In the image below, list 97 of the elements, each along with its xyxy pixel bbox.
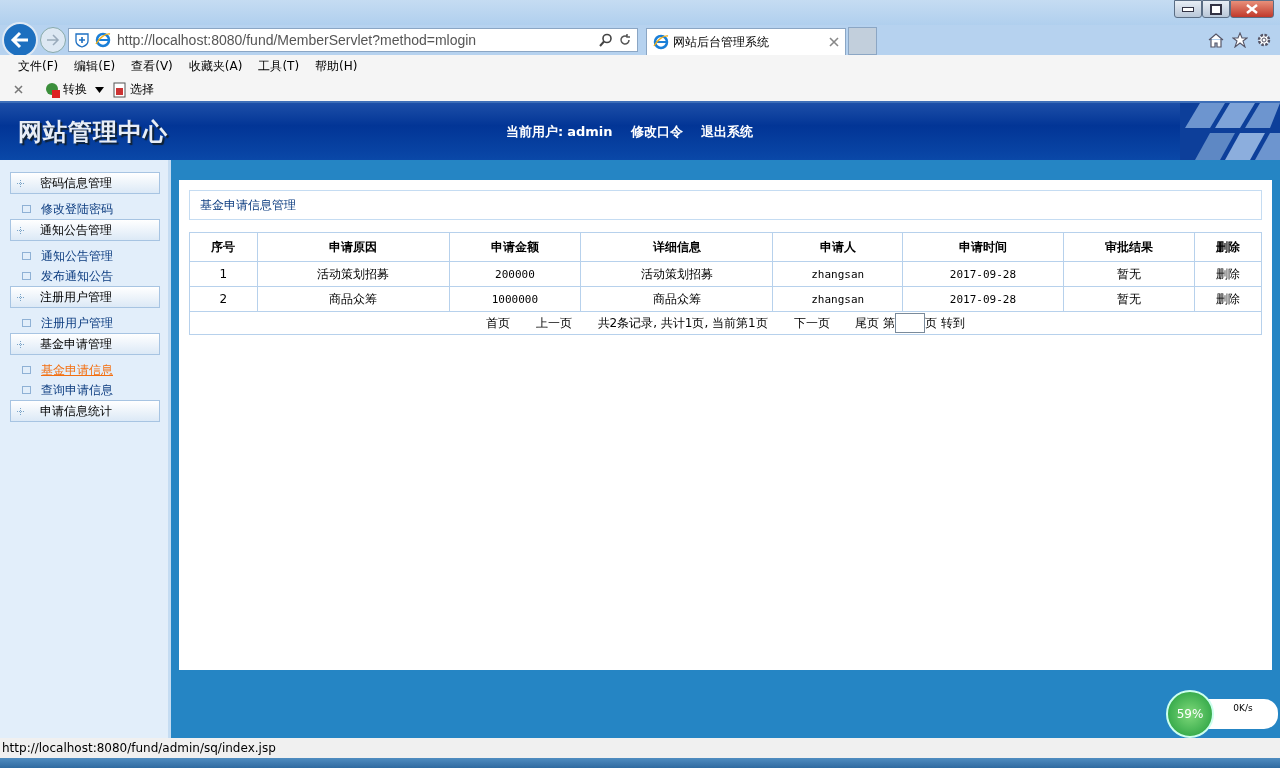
- sidebar-group-header[interactable]: 申请信息统计: [10, 400, 160, 422]
- column-header: 申请人: [772, 232, 903, 262]
- toolbar-button[interactable]: 转换: [45, 81, 87, 98]
- menu-item[interactable]: 工具(T): [258, 58, 300, 75]
- table-cell: zhangsan: [772, 286, 903, 312]
- sidebar-link[interactable]: 注册用户管理: [41, 314, 113, 332]
- go-button[interactable]: 转到: [941, 315, 966, 330]
- table-cell: zhangsan: [772, 261, 903, 287]
- toolbar-button[interactable]: 选择: [112, 81, 154, 98]
- column-header: 序号: [189, 232, 257, 262]
- bullet-icon: [22, 252, 31, 260]
- cross-icon: [17, 226, 24, 234]
- close-icon[interactable]: [829, 37, 839, 47]
- cross-icon: [17, 179, 24, 187]
- table-cell: 暂无: [1063, 261, 1195, 287]
- bullet-icon: [22, 386, 31, 394]
- menu-item[interactable]: 文件(F): [18, 58, 59, 75]
- column-header: 删除: [1194, 232, 1262, 262]
- sidebar-link[interactable]: 修改登陆密码: [41, 200, 113, 218]
- document-icon: [112, 81, 128, 98]
- last-page-link[interactable]: 尾页: [855, 315, 880, 330]
- header-link[interactable]: 修改口令: [630, 122, 683, 141]
- group-title: 基金申请管理: [40, 335, 112, 353]
- page-info: 共2条记录, 共计1页, 当前第1页: [597, 315, 768, 330]
- group-title: 密码信息管理: [40, 174, 112, 192]
- table-cell: 暂无: [1063, 286, 1195, 312]
- table-cell: 2017-09-28: [902, 261, 1064, 287]
- close-button[interactable]: [1230, 0, 1274, 18]
- prev-page-link[interactable]: 上一页: [535, 315, 572, 330]
- table-cell: 200000: [449, 261, 581, 287]
- table-cell: 活动策划招募: [580, 261, 773, 287]
- dropdown-arrow-icon[interactable]: [95, 86, 104, 93]
- column-header: 审批结果: [1063, 232, 1195, 262]
- speed-text: 0K/s: [1233, 703, 1253, 715]
- page-label: 页: [925, 315, 938, 330]
- back-arrow-icon: [10, 31, 30, 49]
- bullet-icon: [22, 366, 31, 374]
- table-cell: 2: [189, 286, 257, 312]
- shield-icon: [75, 32, 89, 48]
- url-text: http://localhost:8080/fund/MemberServlet?method=mlogin: [117, 32, 478, 48]
- address-bar[interactable]: http://localhost:8080/fund/MemberServlet?method=mlogin: [68, 28, 638, 52]
- menu-item[interactable]: 帮助(H): [315, 58, 358, 75]
- column-header: 申请金额: [449, 232, 581, 262]
- menu-item[interactable]: 收藏夹(A): [188, 58, 243, 75]
- delete-link[interactable]: 删除: [1194, 261, 1262, 287]
- tab-title: 网站后台管理系统: [673, 33, 770, 51]
- group-title: 申请信息统计: [40, 402, 112, 420]
- bullet-icon: [22, 205, 31, 213]
- settings-icon[interactable]: [1256, 32, 1272, 48]
- refresh-icon[interactable]: [619, 34, 631, 46]
- cross-icon: [17, 293, 24, 301]
- table-cell: 商品众筹: [580, 286, 773, 312]
- site-logo: 网站管理中心: [18, 116, 168, 148]
- ie-icon: [653, 34, 669, 50]
- panel-title: 基金申请信息管理: [189, 190, 1262, 220]
- table-cell: 活动策划招募: [257, 261, 450, 287]
- sidebar-group-header[interactable]: 密码信息管理: [10, 172, 160, 194]
- sidebar-group-header[interactable]: 基金申请管理: [10, 333, 160, 355]
- page-input[interactable]: [895, 313, 926, 333]
- column-header: 申请时间: [902, 232, 1064, 262]
- delete-link[interactable]: 删除: [1194, 286, 1262, 312]
- minimize-button[interactable]: [1174, 0, 1202, 18]
- table-cell: 1000000: [449, 286, 581, 312]
- column-header: 详细信息: [580, 232, 773, 262]
- menu-item[interactable]: 编辑(E): [74, 58, 116, 75]
- sidebar-group-header[interactable]: 通知公告管理: [10, 219, 160, 241]
- search-icon[interactable]: [599, 33, 613, 47]
- table-cell: 商品众筹: [257, 286, 450, 312]
- bullet-icon: [22, 319, 31, 327]
- column-header: 申请原因: [257, 232, 450, 262]
- close-icon: [1246, 4, 1258, 14]
- sidebar-link[interactable]: 查询申请信息: [41, 381, 113, 399]
- sidebar-link[interactable]: 发布通知公告: [41, 267, 113, 285]
- close-icon[interactable]: [14, 85, 23, 94]
- username: admin: [567, 124, 613, 139]
- cross-icon: [17, 340, 24, 348]
- browser-tab[interactable]: 网站后台管理系统: [646, 28, 846, 55]
- menu-item[interactable]: 查看(V): [131, 58, 173, 75]
- group-title: 通知公告管理: [40, 221, 112, 239]
- group-title: 注册用户管理: [40, 288, 112, 306]
- sidebar-link[interactable]: 通知公告管理: [41, 247, 113, 265]
- header-link[interactable]: 退出系统: [700, 122, 753, 141]
- star-icon[interactable]: [1232, 32, 1248, 48]
- sidebar-group-header[interactable]: 注册用户管理: [10, 286, 160, 308]
- table-cell: 1: [189, 261, 257, 287]
- next-page-link[interactable]: 下一页: [793, 315, 830, 330]
- table-cell: 2017-09-28: [902, 286, 1064, 312]
- cross-icon: [17, 407, 24, 415]
- status-url: http://localhost:8080/fund/admin/sq/index.jsp: [2, 741, 276, 755]
- user-label: 当前用户:: [506, 122, 564, 141]
- restore-button[interactable]: [1202, 0, 1230, 18]
- forward-arrow-icon: [46, 34, 60, 46]
- first-page-link[interactable]: 首页: [485, 315, 510, 330]
- bullet-icon: [22, 272, 31, 280]
- home-icon[interactable]: [1208, 32, 1224, 48]
- ie-icon: [95, 32, 111, 48]
- page-label: 第: [883, 315, 896, 330]
